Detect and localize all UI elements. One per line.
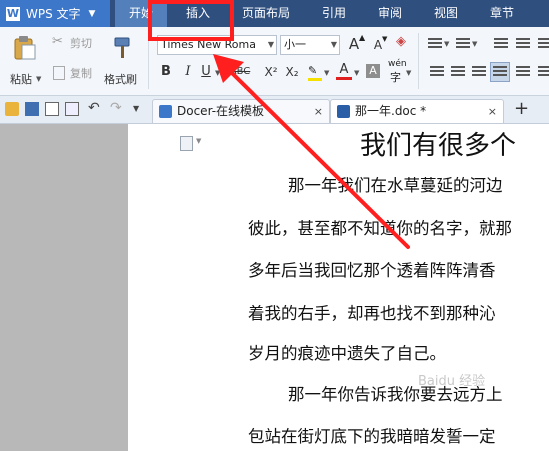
paragraph-settings-icon[interactable] bbox=[538, 66, 549, 78]
highlight-box bbox=[148, 0, 234, 41]
tab-page-layout[interactable]: 页面布局 bbox=[234, 0, 298, 27]
chevron-down-icon: ▼ bbox=[88, 8, 96, 19]
wps-logo-icon: W bbox=[6, 6, 20, 21]
tab-docer-templates[interactable]: Docer-在线模板 × bbox=[152, 99, 330, 123]
print-preview-icon[interactable] bbox=[65, 102, 79, 116]
save-icon[interactable] bbox=[25, 102, 39, 116]
numbered-list-icon[interactable] bbox=[456, 38, 470, 50]
phonetic-guide-char: 字 bbox=[390, 71, 401, 84]
bold-button[interactable]: B bbox=[158, 63, 174, 81]
phonetic-guide-label[interactable]: wén bbox=[388, 59, 407, 69]
close-icon[interactable]: × bbox=[314, 100, 323, 123]
document-line: 彼此，甚至都不知道你的名字，就那 bbox=[248, 219, 512, 238]
grow-arrow-icon: ▲ bbox=[359, 33, 366, 42]
distributed-align-icon[interactable] bbox=[516, 66, 530, 78]
align-center-icon[interactable] bbox=[451, 66, 465, 78]
clear-format-icon[interactable]: ◈ bbox=[396, 34, 406, 49]
font-size-select[interactable]: 小一 ▼ bbox=[280, 35, 340, 55]
document-title: 我们有很多个 bbox=[360, 131, 517, 161]
document-line: 包站在街灯底下的我暗暗发誓一定 bbox=[248, 427, 496, 446]
copy-icon bbox=[53, 66, 65, 80]
chevron-down-icon: ▼ bbox=[324, 69, 330, 77]
cut-label: 剪切 bbox=[70, 37, 92, 50]
chevron-down-icon: ▼ bbox=[472, 40, 478, 48]
superscript-button[interactable]: X² bbox=[262, 63, 280, 81]
subscript-button[interactable]: X₂ bbox=[283, 63, 301, 81]
undo-icon[interactable]: ↶ bbox=[88, 100, 100, 116]
redo-icon[interactable]: ↷ bbox=[110, 100, 122, 116]
scissors-icon: ✂ bbox=[52, 34, 63, 49]
paste-label: 粘贴 bbox=[10, 73, 32, 86]
tab-document[interactable]: 那一年.doc * × bbox=[330, 99, 504, 123]
justify-button[interactable] bbox=[490, 62, 510, 82]
format-painter-label: 格式刷 bbox=[104, 73, 137, 86]
customize-toolbar-icon[interactable]: ▼ bbox=[133, 104, 139, 113]
font-color-button[interactable]: A bbox=[336, 62, 352, 80]
decrease-indent-icon[interactable] bbox=[494, 38, 508, 50]
tab-view[interactable]: 视图 bbox=[418, 0, 474, 27]
chevron-down-icon: ▼ bbox=[196, 137, 202, 145]
underline-button[interactable]: U bbox=[198, 63, 214, 81]
app-menu-button[interactable]: W WPS 文字 ▼ bbox=[0, 0, 110, 27]
tab-label: 那一年.doc * bbox=[355, 104, 427, 118]
chevron-down-icon: ▼ bbox=[330, 40, 337, 49]
font-size-value: 小一 bbox=[284, 38, 306, 51]
italic-button[interactable]: I bbox=[180, 63, 196, 81]
paragraph-marker-icon[interactable] bbox=[180, 136, 193, 151]
format-painter-button[interactable]: 格式刷 bbox=[102, 33, 142, 91]
align-right-icon[interactable] bbox=[472, 66, 486, 78]
document-line: 多年后当我回忆那个透着阵阵清香 bbox=[248, 261, 496, 280]
document-line: 那一年我们在水草蔓延的河边 bbox=[288, 176, 503, 195]
document-page[interactable]: ▼ 我们有很多个 那一年我们在水草蔓延的河边 彼此，甚至都不知道你的名字，就那 … bbox=[128, 124, 549, 451]
highlighter-icon[interactable]: ✎ bbox=[308, 64, 322, 81]
print-icon[interactable] bbox=[45, 102, 59, 116]
open-folder-icon[interactable] bbox=[5, 102, 19, 116]
ribbon-divider bbox=[418, 33, 419, 89]
docer-icon bbox=[159, 105, 172, 118]
chevron-down-icon: ▼ bbox=[215, 69, 221, 77]
copy-button[interactable]: 复制 bbox=[50, 65, 100, 81]
close-icon[interactable]: × bbox=[488, 100, 497, 123]
copy-label: 复制 bbox=[70, 67, 92, 80]
menu-bar: W WPS 文字 ▼ 开始 插入 页面布局 引用 审阅 视图 章节 bbox=[0, 0, 549, 27]
chevron-down-icon: ▼ bbox=[406, 69, 412, 77]
chevron-down-icon: ▼ bbox=[354, 69, 360, 77]
doc-file-icon bbox=[337, 105, 350, 118]
tab-chapter[interactable]: 章节 bbox=[474, 0, 530, 27]
shrink-arrow-icon: ▼ bbox=[382, 35, 388, 43]
justify-icon bbox=[493, 66, 507, 78]
strikethrough-button[interactable]: ABC bbox=[228, 63, 252, 81]
paste-button[interactable]: 粘贴 ▼ bbox=[8, 33, 42, 91]
increase-indent-icon[interactable] bbox=[516, 38, 530, 50]
chevron-down-icon: ▼ bbox=[267, 40, 274, 49]
document-line: 着我的右手，却再也找不到那种沁 bbox=[248, 304, 496, 323]
cut-button[interactable]: ✂ 剪切 bbox=[50, 34, 100, 51]
line-spacing-icon[interactable] bbox=[538, 38, 549, 50]
workspace-background bbox=[0, 124, 128, 451]
tab-references[interactable]: 引用 bbox=[306, 0, 362, 27]
ribbon-toolbar: 粘贴 ▼ ✂ 剪切 复制 格式刷 Times New Roma ▼ 小一 ▼ A… bbox=[0, 27, 549, 96]
app-name: WPS 文字 bbox=[26, 7, 81, 21]
document-tab-bar: ↶ ↷ ▼ Docer-在线模板 × 那一年.doc * × + bbox=[0, 96, 549, 124]
new-tab-button[interactable]: + bbox=[514, 98, 529, 119]
bullet-list-icon[interactable] bbox=[428, 38, 442, 50]
clipboard-icon bbox=[14, 36, 36, 60]
tab-label: Docer-在线模板 bbox=[177, 104, 265, 118]
brush-icon bbox=[114, 37, 130, 58]
chevron-down-icon: ▼ bbox=[444, 40, 450, 48]
tab-review[interactable]: 审阅 bbox=[362, 0, 418, 27]
document-line: 岁月的痕迹中遗失了自己。 bbox=[248, 344, 446, 363]
ribbon-divider bbox=[148, 33, 149, 89]
watermark: Baidu 经验 bbox=[418, 374, 486, 389]
char-shading-button[interactable]: A bbox=[366, 64, 380, 78]
align-left-icon[interactable] bbox=[430, 66, 444, 78]
chevron-down-icon: ▼ bbox=[36, 75, 42, 83]
